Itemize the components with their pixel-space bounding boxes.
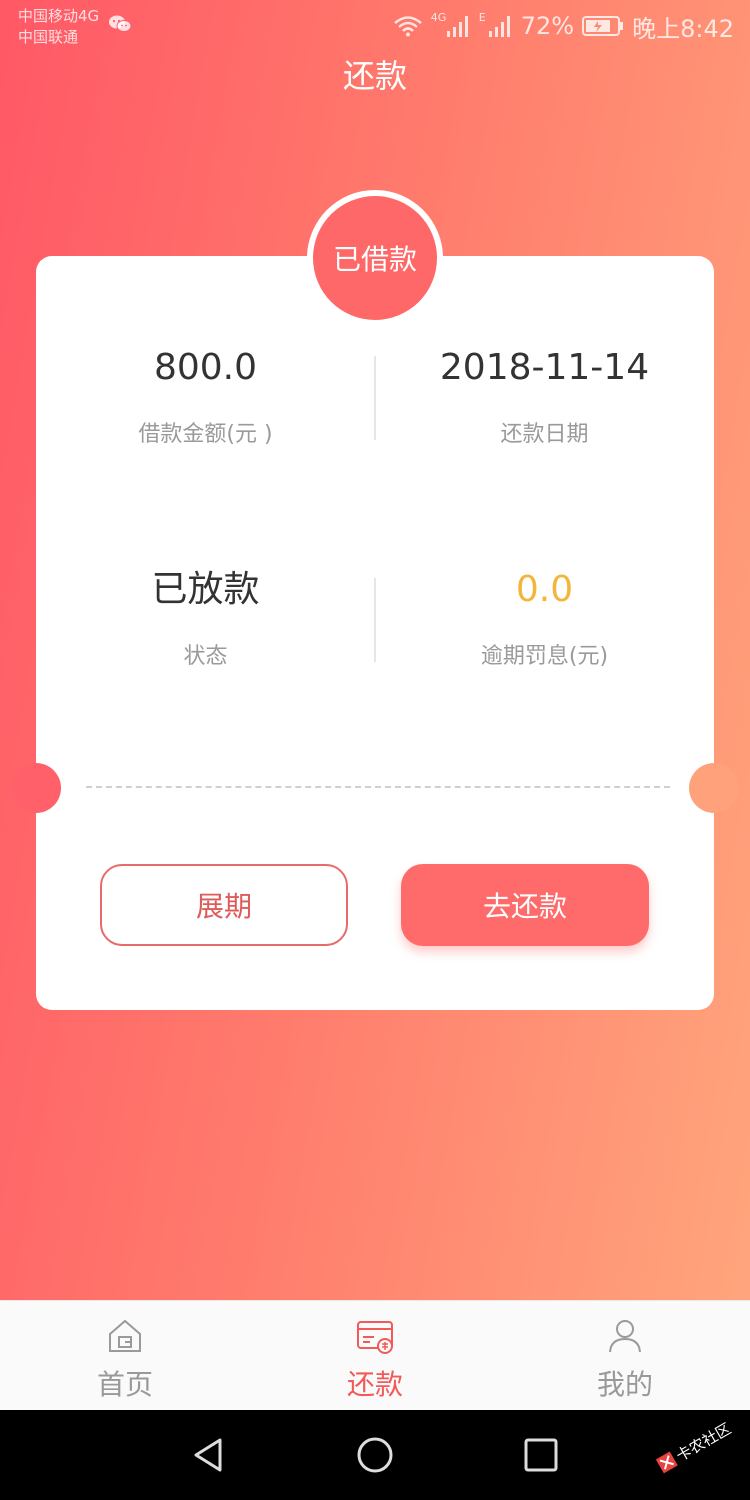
loan-card: 800.0 借款金额(元 ) 2018-11-14 还款日期 已放款 状态 0.… — [11, 256, 739, 1010]
wechat-icon — [109, 15, 132, 32]
tab-mine-label: 我的 — [596, 1368, 653, 1401]
repay-date-value: 2018-11-14 — [439, 347, 650, 388]
watermark-logo: 卡农社区 — [655, 1419, 734, 1474]
repay-date-cell: 2018-11-14 还款日期 — [375, 346, 714, 450]
app-screen: 中国移动4G 中国联通 4G E 72% 晚上8:42 还款 800.0 借款金… — [0, 0, 750, 1300]
ticket-notch-left — [11, 763, 61, 813]
overdue-fee-cell: 0.0 逾期罚息(元) — [375, 568, 714, 672]
repay-date-label: 还款日期 — [500, 422, 589, 447]
loan-status-badge: 已借款 — [313, 196, 437, 320]
wifi-icon — [393, 16, 422, 37]
tab-repay-label: 还款 — [346, 1368, 403, 1401]
loan-amount-cell: 800.0 借款金额(元 ) — [36, 346, 375, 450]
status-indicators: 4G E 72% 晚上8:42 — [393, 10, 734, 43]
ticket-dashed-divider — [86, 786, 670, 788]
status-value: 已放款 — [151, 569, 260, 610]
carrier-primary: 中国移动4G — [18, 7, 100, 25]
tab-home-label: 首页 — [96, 1368, 153, 1401]
signal-4g-icon: 4G — [431, 11, 471, 39]
home-nav-icon[interactable] — [354, 1434, 396, 1476]
watermark-text: 卡农社区 — [673, 1419, 734, 1465]
status-bar: 中国移动4G 中国联通 4G E 72% 晚上8:42 — [0, 0, 750, 52]
tab-home[interactable]: 首页 — [0, 1301, 250, 1410]
loan-amount-label: 借款金额(元 ) — [138, 422, 273, 447]
user-icon — [609, 1320, 641, 1353]
loan-amount-value: 800.0 — [153, 347, 258, 388]
recents-icon[interactable] — [520, 1434, 562, 1476]
overdue-fee-value: 0.0 — [515, 569, 574, 610]
status-label: 状态 — [183, 644, 228, 669]
tab-repay[interactable]: 还款 — [250, 1301, 500, 1410]
battery-icon — [582, 16, 624, 36]
battery-percent: 72% — [520, 12, 575, 40]
carrier-secondary: 中国联通 — [18, 28, 79, 46]
ticket-notch-right — [689, 763, 739, 813]
bottom-tab-bar: 首页 还款 我的 — [0, 1300, 750, 1410]
carrier-info: 中国移动4G 中国联通 — [18, 6, 99, 48]
repay-card-icon — [357, 1321, 393, 1354]
signal-e-icon: E — [479, 11, 513, 39]
android-nav-bar — [0, 1410, 750, 1500]
tab-mine[interactable]: 我的 — [500, 1301, 750, 1410]
overdue-fee-label: 逾期罚息(元) — [480, 644, 609, 669]
clock: 晚上8:42 — [632, 14, 734, 43]
extend-button[interactable]: 展期 — [100, 864, 348, 946]
home-icon — [109, 1319, 141, 1352]
status-cell: 已放款 状态 — [36, 568, 375, 672]
repay-button[interactable]: 去还款 — [401, 864, 649, 946]
page-title: 还款 — [342, 57, 407, 95]
back-icon[interactable] — [188, 1434, 230, 1476]
